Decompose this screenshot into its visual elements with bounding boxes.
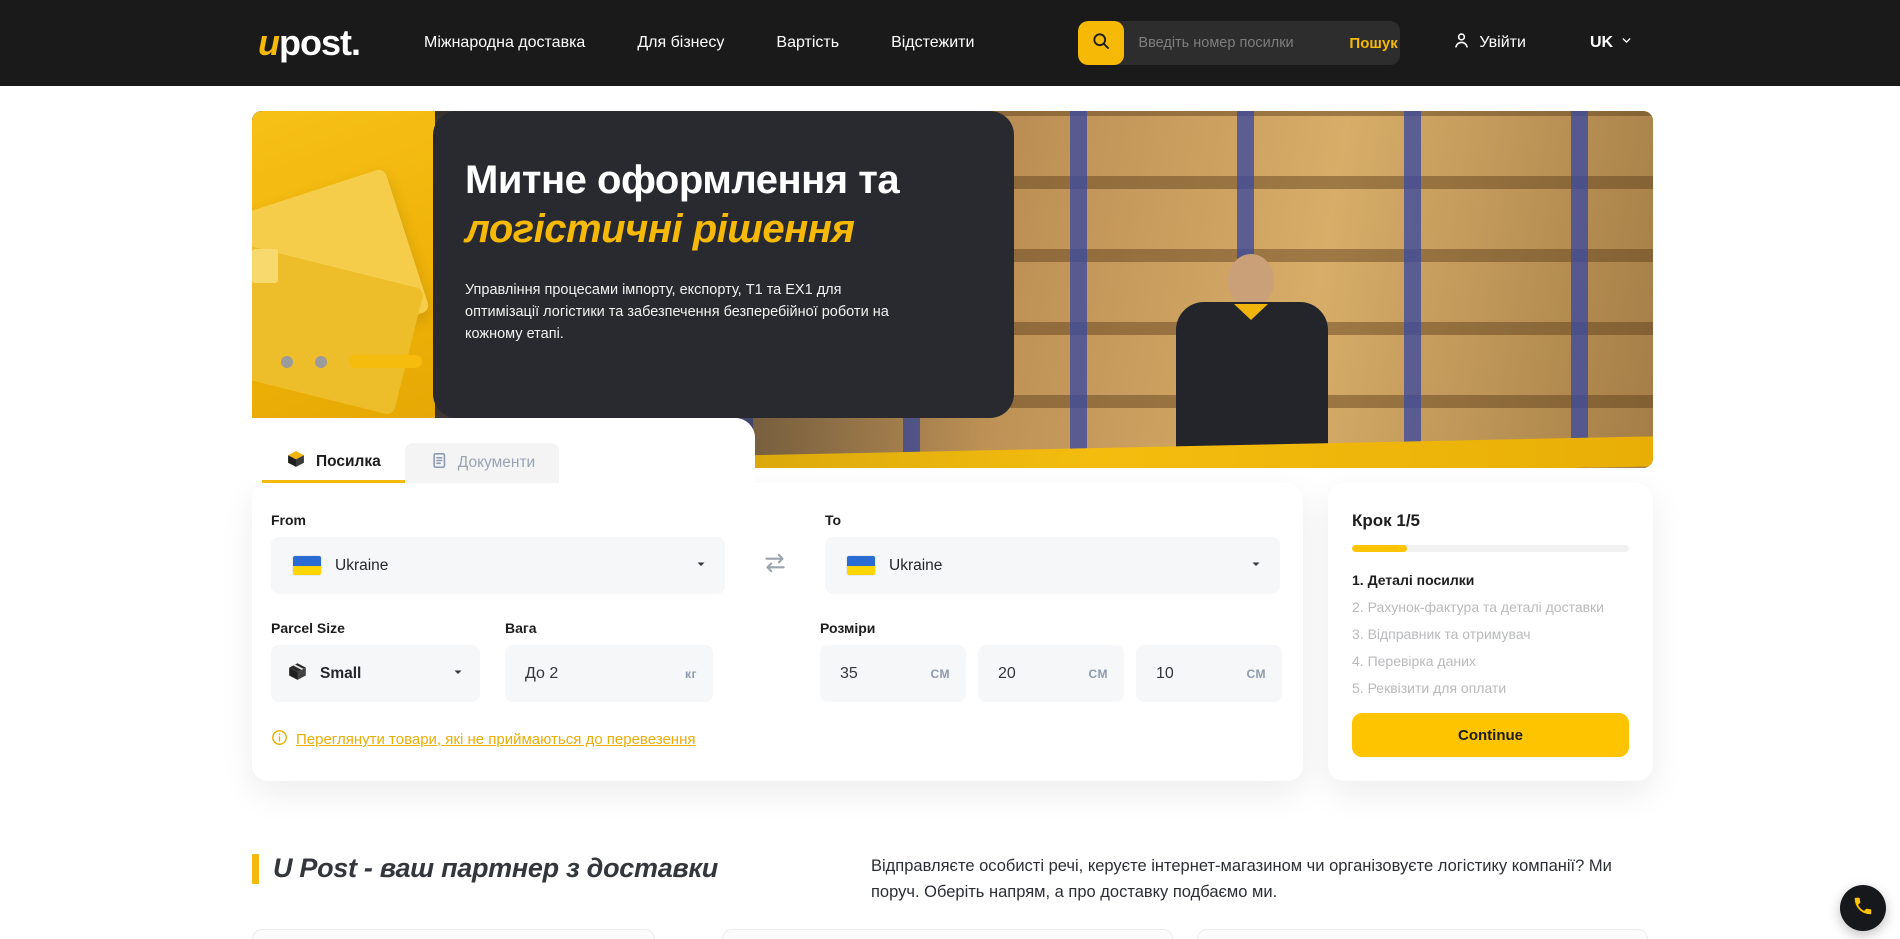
- weight-input[interactable]: [525, 665, 685, 683]
- nav-track[interactable]: Відстежити: [891, 34, 974, 52]
- chevron-down-icon: [452, 665, 464, 683]
- documents-icon: [429, 451, 448, 475]
- warehouse-worker-photo: [1170, 254, 1338, 468]
- chevron-down-icon: [1250, 557, 1262, 575]
- search-submit-button[interactable]: Пошук: [1333, 35, 1400, 52]
- step-item-5: 5. Реквізити для оплати: [1352, 675, 1629, 702]
- chevron-down-icon: [695, 557, 707, 575]
- carousel-dot-active[interactable]: [349, 355, 422, 368]
- language-code: UK: [1590, 34, 1613, 52]
- nav-international-delivery[interactable]: Міжнародна доставка: [424, 34, 585, 52]
- swap-countries-icon[interactable]: [762, 550, 788, 581]
- width-input[interactable]: [998, 665, 1088, 683]
- tracking-number-input[interactable]: [1124, 35, 1333, 51]
- tracking-search: Пошук: [1078, 21, 1400, 65]
- direction-card-2[interactable]: [722, 929, 1173, 939]
- nav-cost[interactable]: Вартість: [776, 34, 839, 52]
- length-unit: СМ: [930, 667, 950, 681]
- language-selector[interactable]: UK: [1590, 34, 1633, 52]
- to-country-value: Ukraine: [889, 557, 942, 575]
- shipment-type-tabs-wrap: Посилка Документи: [252, 418, 755, 483]
- steps-card: Крок 1/5 1. Деталі посилки 2. Рахунок-фа…: [1328, 483, 1653, 781]
- hero-banner: Митне оформлення та логістичні рішення У…: [252, 111, 1653, 468]
- shipment-type-tabs: Посилка Документи: [262, 443, 559, 483]
- direction-cards-row: [252, 929, 1653, 939]
- hero-subtitle: Управління процесами імпорту, експорту, …: [465, 279, 897, 345]
- progress-bar-fill: [1352, 545, 1407, 552]
- restricted-items-link-row: Переглянути товари, які не приймаються д…: [271, 729, 1282, 750]
- dimensions-label: Розміри: [820, 620, 1282, 636]
- hero-text: Митне оформлення та логістичні рішення У…: [465, 155, 935, 345]
- parcel-size-select[interactable]: Small: [271, 645, 480, 702]
- nav-for-business[interactable]: Для бізнесу: [637, 34, 724, 52]
- section-heading: U Post - ваш партнер з доставки: [273, 853, 718, 884]
- step-item-3: 3. Відправник та отримувач: [1352, 621, 1629, 648]
- tab-documents-label: Документи: [458, 454, 535, 472]
- heading-accent-bar: [252, 854, 259, 884]
- length-input-box: СМ: [820, 645, 966, 702]
- step-item-1: 1. Деталі посилки: [1352, 567, 1629, 594]
- navbar: upost. Міжнародна доставка Для бізнесу В…: [0, 0, 1900, 86]
- tab-documents[interactable]: Документи: [405, 443, 559, 483]
- carousel-dot-2[interactable]: [315, 356, 327, 368]
- intro-section: U Post - ваш партнер з доставки Відправл…: [252, 853, 1653, 905]
- box-icon: [287, 661, 308, 687]
- user-icon: [1452, 31, 1471, 55]
- hero-title-line1: Митне оформлення та: [465, 155, 935, 205]
- tab-parcel[interactable]: Посилка: [262, 443, 405, 483]
- steps-list: 1. Деталі посилки 2. Рахунок-фактура та …: [1352, 567, 1629, 702]
- hero-carousel-dots: [281, 355, 422, 368]
- direction-card-3[interactable]: [1197, 929, 1648, 939]
- width-input-box: СМ: [978, 645, 1124, 702]
- height-input-box: СМ: [1136, 645, 1282, 702]
- hero-yellow-panel: [252, 111, 435, 468]
- section-description: Відправляєте особисті речі, керуєте інте…: [871, 853, 1653, 905]
- ukraine-flag-icon: [293, 556, 321, 575]
- to-country-select[interactable]: Ukraine: [825, 537, 1280, 594]
- parcel-size-label: Parcel Size: [271, 620, 480, 636]
- width-unit: СМ: [1088, 667, 1108, 681]
- weight-input-box: кг: [505, 645, 713, 702]
- login-button[interactable]: Увійти: [1452, 31, 1526, 55]
- progress-bar-track: [1352, 545, 1629, 552]
- upost-logo[interactable]: upost.: [258, 22, 360, 64]
- parcel-box-icon: [286, 449, 306, 474]
- from-country-value: Ukraine: [335, 557, 388, 575]
- main-nav: Міжнародна доставка Для бізнесу Вартість…: [424, 34, 974, 52]
- weight-unit: кг: [685, 667, 697, 681]
- parcel-size-value: Small: [320, 665, 361, 683]
- from-label: From: [271, 512, 725, 528]
- hero-title-line2: логістичні рішення: [465, 205, 935, 253]
- parcel-form-card: From Ukraine To: [252, 483, 1303, 781]
- from-country-select[interactable]: Ukraine: [271, 537, 725, 594]
- ukraine-flag-icon: [847, 556, 875, 575]
- weight-label: Вага: [505, 620, 713, 636]
- height-unit: СМ: [1246, 667, 1266, 681]
- chevron-down-icon: [1620, 34, 1633, 52]
- contact-phone-button[interactable]: [1840, 885, 1886, 931]
- info-icon: [271, 729, 288, 750]
- logo-u: u: [258, 22, 279, 63]
- direction-card-1[interactable]: [252, 929, 655, 939]
- login-label: Увійти: [1479, 34, 1526, 52]
- step-item-4: 4. Перевірка даних: [1352, 648, 1629, 675]
- restricted-items-link[interactable]: Переглянути товари, які не приймаються д…: [296, 731, 696, 748]
- search-icon: [1091, 31, 1111, 56]
- height-input[interactable]: [1156, 665, 1246, 683]
- to-label: To: [825, 512, 1280, 528]
- tab-parcel-label: Посилка: [316, 453, 381, 471]
- step-counter: Крок 1/5: [1352, 511, 1629, 531]
- step-item-2: 2. Рахунок-фактура та деталі доставки: [1352, 594, 1629, 621]
- carousel-dot-1[interactable]: [281, 356, 293, 368]
- logo-rest: post.: [279, 22, 360, 63]
- search-icon-button[interactable]: [1078, 21, 1124, 65]
- length-input[interactable]: [840, 665, 930, 683]
- phone-icon: [1852, 895, 1874, 922]
- continue-button[interactable]: Continue: [1352, 713, 1629, 757]
